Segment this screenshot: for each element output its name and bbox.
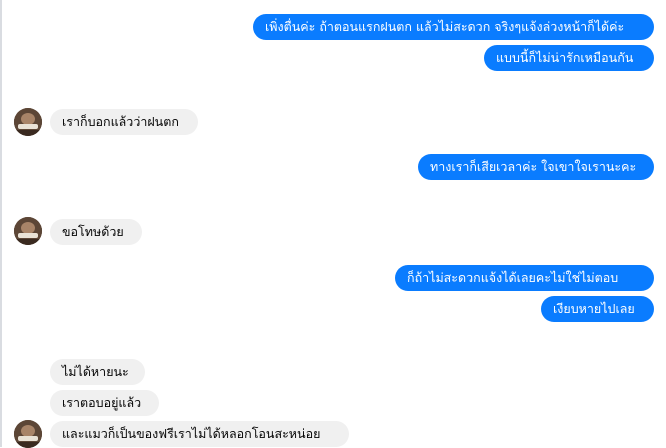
avatar-photo-icon bbox=[14, 108, 42, 136]
incoming-message[interactable]: เราก็บอกแล้วว่าฝนตก bbox=[50, 109, 198, 135]
contact-avatar[interactable] bbox=[14, 217, 42, 245]
contact-avatar[interactable] bbox=[14, 420, 42, 448]
incoming-message[interactable]: ขอโทษด้วย bbox=[50, 219, 142, 245]
contact-avatar[interactable] bbox=[14, 108, 42, 136]
outgoing-message[interactable]: เงียบหายไปเลย bbox=[541, 296, 654, 322]
incoming-message[interactable]: และแมวก็เป็นของฟรีเราไม่ได้หลอกโอนสะหน่อ… bbox=[50, 421, 349, 447]
outgoing-message[interactable]: เพิ่งตื่นค่ะ ถ้าตอนแรกฝนตก แล้วไม่สะดวก … bbox=[253, 14, 654, 40]
incoming-message[interactable]: ไม่ได้หายนะ bbox=[50, 359, 145, 385]
left-divider bbox=[0, 0, 2, 447]
outgoing-message[interactable]: ก็ถ้าไม่สะดวกแจ้งได้เลยคะไม่ใช่ไม่ตอบ bbox=[395, 265, 654, 291]
outgoing-message[interactable]: ทางเราก็เสียเวลาค่ะ ใจเขาใจเรานะคะ bbox=[418, 154, 654, 180]
avatar-photo-icon bbox=[14, 420, 42, 448]
incoming-message[interactable]: เราตอบอยู่แล้ว bbox=[50, 390, 159, 416]
chat-thread: เพิ่งตื่นค่ะ ถ้าตอนแรกฝนตก แล้วไม่สะดวก … bbox=[0, 0, 666, 448]
avatar-photo-icon bbox=[14, 217, 42, 245]
outgoing-message[interactable]: แบบนี้ก็ไม่น่ารักเหมือนกัน bbox=[484, 45, 654, 71]
